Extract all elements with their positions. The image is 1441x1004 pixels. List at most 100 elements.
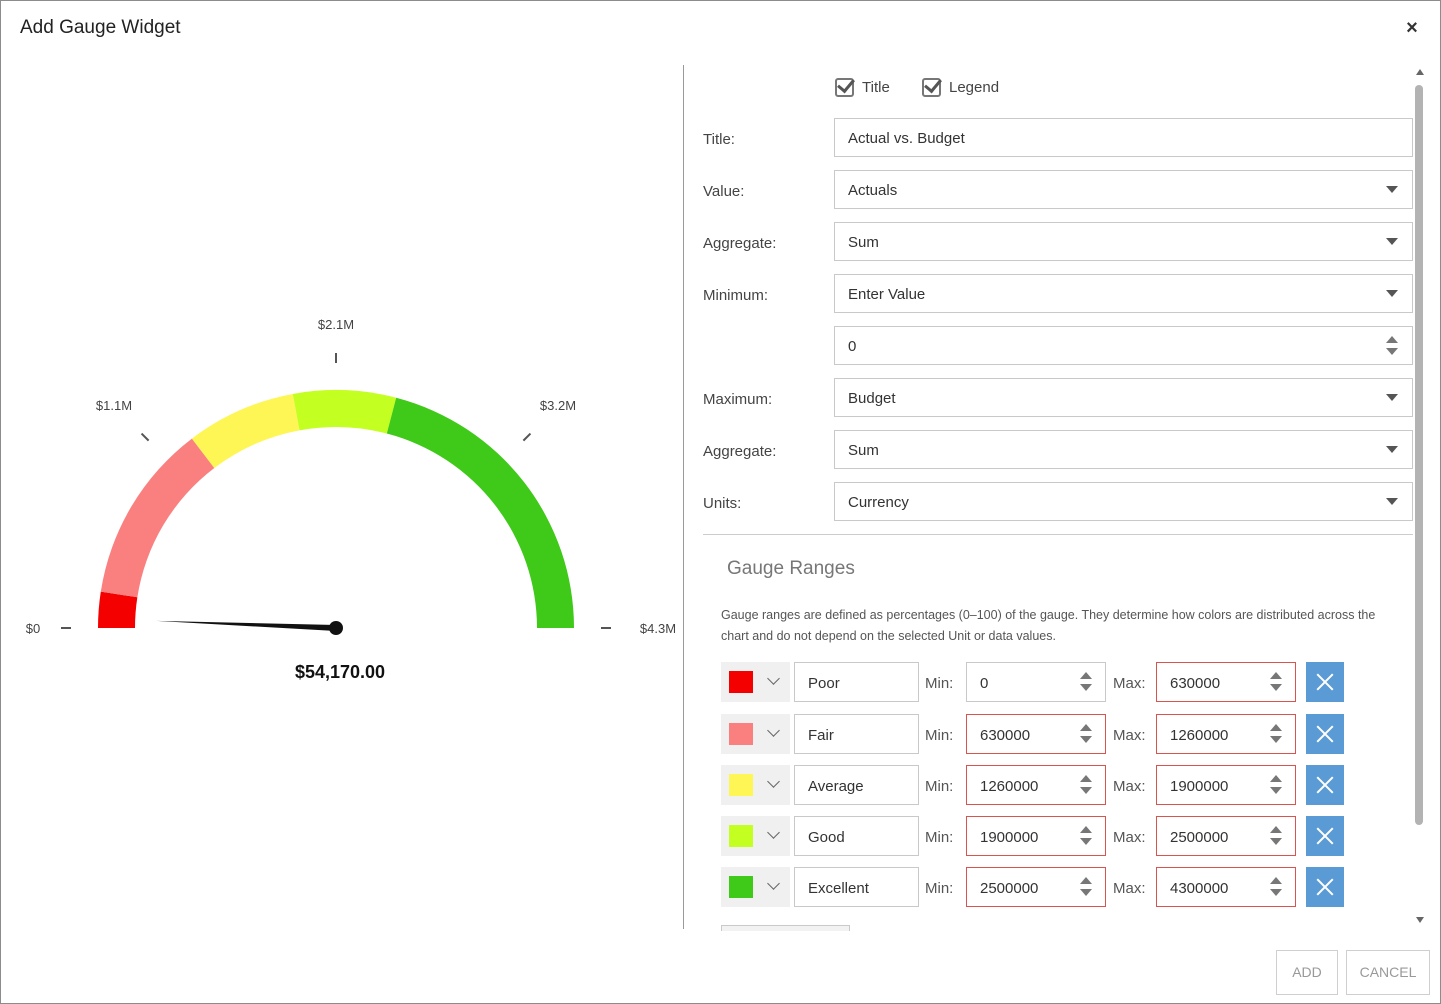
range-name-value: Fair — [808, 727, 834, 744]
dropdown-caret-icon — [1386, 446, 1398, 453]
gauge-tick-label: $3.2M — [540, 398, 576, 413]
spinner-icon[interactable] — [1386, 336, 1398, 356]
range-max-input[interactable]: 2500000 — [1156, 816, 1296, 856]
legend-checkbox[interactable]: Legend — [922, 75, 999, 99]
range-max-input[interactable]: 1900000 — [1156, 765, 1296, 805]
gauge-settings-form: Title Legend Title: Actual vs. Budget Va… — [684, 65, 1424, 931]
range-name-input[interactable]: Average — [794, 765, 919, 805]
spinner-icon[interactable] — [1270, 672, 1282, 692]
gauge-preview: $0 $1.1M $2.1M $3.2M $4.3M $54,170.00 — [1, 61, 683, 931]
range-max-label: Max: — [1113, 829, 1146, 846]
chevron-down-icon — [767, 775, 780, 788]
color-picker[interactable] — [721, 765, 790, 805]
dropdown-caret-icon — [1386, 290, 1398, 297]
range-name-value: Poor — [808, 675, 840, 692]
scroll-up-icon[interactable] — [1416, 69, 1424, 75]
gauge-ranges-title: Gauge Ranges — [727, 558, 855, 579]
gauge-tick-label: $4.3M — [640, 621, 676, 636]
remove-range-button[interactable] — [1306, 662, 1344, 702]
range-max-value: 1260000 — [1170, 727, 1229, 744]
range-max-label: Max: — [1113, 880, 1146, 897]
aggregate-max-select-value: Sum — [848, 442, 879, 459]
gauge-band — [100, 438, 215, 598]
minimum-select-value: Enter Value — [848, 286, 926, 303]
range-name-input[interactable]: Fair — [794, 714, 919, 754]
maximum-select-value: Budget — [848, 390, 896, 407]
spinner-icon[interactable] — [1270, 775, 1282, 795]
form-scrollbar[interactable] — [1413, 65, 1427, 931]
range-row: Poor Min: 0 Max: 630000 — [721, 662, 1361, 702]
range-max-value: 1900000 — [1170, 778, 1229, 795]
spinner-icon[interactable] — [1080, 826, 1092, 846]
value-label: Value: — [703, 183, 745, 200]
range-min-input[interactable]: 0 — [966, 662, 1106, 702]
title-input-value: Actual vs. Budget — [848, 130, 965, 147]
range-max-input[interactable]: 1260000 — [1156, 714, 1296, 754]
minimum-select[interactable]: Enter Value — [834, 274, 1413, 313]
close-icon[interactable]: × — [1401, 17, 1423, 39]
color-picker[interactable] — [721, 816, 790, 856]
aggregate-select[interactable]: Sum — [834, 222, 1413, 261]
gauge-value-label: $54,170.00 — [295, 662, 385, 682]
gauge-band — [292, 390, 397, 434]
aggregate-max-label: Aggregate: — [703, 443, 777, 460]
aggregate-max-select[interactable]: Sum — [834, 430, 1413, 469]
title-input[interactable]: Actual vs. Budget — [834, 118, 1413, 157]
spinner-icon[interactable] — [1080, 775, 1092, 795]
color-picker[interactable] — [721, 867, 790, 907]
title-label: Title: — [703, 131, 735, 148]
dropdown-caret-icon — [1386, 238, 1398, 245]
range-max-input[interactable]: 630000 — [1156, 662, 1296, 702]
color-swatch — [729, 825, 753, 847]
range-min-value: 630000 — [980, 727, 1031, 744]
range-max-input[interactable]: 4300000 — [1156, 867, 1296, 907]
add-button[interactable]: ADD — [1276, 950, 1338, 995]
range-name-input[interactable]: Poor — [794, 662, 919, 702]
remove-range-button[interactable] — [1306, 714, 1344, 754]
spinner-icon[interactable] — [1080, 672, 1092, 692]
maximum-select[interactable]: Budget — [834, 378, 1413, 417]
range-min-input[interactable]: 630000 — [966, 714, 1106, 754]
remove-range-button[interactable] — [1306, 765, 1344, 805]
range-min-value: 1900000 — [980, 829, 1039, 846]
spinner-icon[interactable] — [1080, 877, 1092, 897]
dialog-title: Add Gauge Widget — [20, 17, 181, 38]
value-select[interactable]: Actuals — [834, 170, 1413, 209]
chevron-down-icon — [767, 826, 780, 839]
title-checkbox-label: Title — [862, 78, 890, 96]
scroll-down-icon[interactable] — [1416, 917, 1424, 923]
scroll-thumb[interactable] — [1415, 85, 1423, 825]
add-gauge-dialog: Add Gauge Widget × $0 $1.1M $2.1M $3.2M $4.3… — [0, 0, 1441, 1004]
checkbox-checked-icon — [922, 77, 941, 97]
chevron-down-icon — [767, 877, 780, 890]
spinner-icon[interactable] — [1270, 877, 1282, 897]
color-picker[interactable] — [721, 662, 790, 702]
color-swatch — [729, 671, 753, 693]
add-range-button[interactable] — [721, 925, 850, 931]
gauge-band — [98, 591, 138, 628]
range-min-input[interactable]: 2500000 — [966, 867, 1106, 907]
remove-range-button[interactable] — [1306, 816, 1344, 856]
chevron-down-icon — [767, 672, 780, 685]
range-name-input[interactable]: Excellent — [794, 867, 919, 907]
title-checkbox[interactable]: Title — [835, 75, 890, 99]
range-min-input[interactable]: 1260000 — [966, 765, 1106, 805]
minimum-number-input[interactable]: 0 — [834, 326, 1413, 365]
gauge-tick-label: $1.1M — [96, 398, 132, 413]
cancel-button[interactable]: CANCEL — [1346, 950, 1430, 995]
minimum-label: Minimum: — [703, 287, 769, 304]
spinner-icon[interactable] — [1080, 724, 1092, 744]
spinner-icon[interactable] — [1270, 724, 1282, 744]
remove-range-button[interactable] — [1306, 867, 1344, 907]
range-name-input[interactable]: Good — [794, 816, 919, 856]
range-name-value: Good — [808, 829, 845, 846]
aggregate-label: Aggregate: — [703, 235, 777, 252]
range-max-value: 630000 — [1170, 675, 1221, 692]
spinner-icon[interactable] — [1270, 826, 1282, 846]
units-select[interactable]: Currency — [834, 482, 1413, 521]
range-row: Good Min: 1900000 Max: 2500000 — [721, 816, 1361, 856]
range-min-input[interactable]: 1900000 — [966, 816, 1106, 856]
color-picker[interactable] — [721, 714, 790, 754]
gauge-needle-hub — [329, 621, 343, 635]
range-min-label: Min: — [925, 880, 954, 897]
